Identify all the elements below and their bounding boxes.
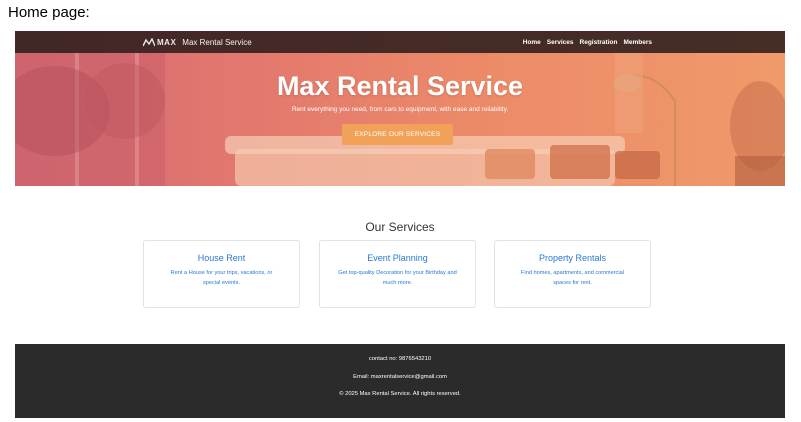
brand-name: Max Rental Service [182, 37, 252, 47]
service-card-title: Event Planning [367, 253, 428, 263]
footer-copyright: © 2025 Max Rental Service. All rights re… [339, 391, 461, 397]
service-card-description: Get top-quality Decoration for your Birt… [338, 270, 457, 286]
hero-subtitle: Rent everything you need, from cars to e… [291, 106, 509, 113]
hero-section: MAX Max Rental Service Home Services Reg… [15, 31, 785, 186]
service-card-description: Find homes, apartments, and commercial s… [521, 270, 624, 286]
nav-link-registration[interactable]: Registration [580, 39, 618, 46]
nav-link-members[interactable]: Members [623, 39, 652, 46]
brand[interactable]: MAX Max Rental Service [143, 31, 252, 53]
footer-contact: contact no: 9876543210 [368, 356, 432, 362]
nav-link-services[interactable]: Services [547, 39, 574, 46]
explore-services-button[interactable]: EXPLORE OUR SERVICES [342, 124, 453, 145]
service-card-title: House Rent [197, 253, 246, 263]
hero-title: Max Rental Service [276, 71, 524, 101]
page-caption: Home page: [8, 4, 90, 21]
service-card-house-rent[interactable]: House Rent Rent a House for your trips, … [143, 240, 300, 308]
logo: MAX [143, 37, 177, 47]
website-screenshot: MAX Max Rental Service Home Services Reg… [15, 31, 785, 418]
service-card-property-rentals[interactable]: Property Rentals Find homes, apartments,… [494, 240, 651, 308]
nav-link-home[interactable]: Home [523, 39, 541, 46]
service-card-title: Property Rentals [538, 253, 607, 263]
navbar: MAX Max Rental Service Home Services Reg… [15, 31, 785, 53]
service-card-event-planning[interactable]: Event Planning Get top-quality Decoratio… [319, 240, 476, 308]
nav-links: Home Services Registration Members [523, 31, 652, 53]
logo-icon [143, 37, 155, 46]
logo-text: MAX [157, 37, 177, 47]
services-heading: Our Services [365, 220, 435, 234]
footer: contact no: 9876543210 Email: maxrentals… [15, 344, 785, 418]
footer-email: Email: maxrentalservice@gmail.com [353, 374, 447, 380]
service-card-description: Rent a House for your trips, vacations, … [170, 270, 273, 286]
